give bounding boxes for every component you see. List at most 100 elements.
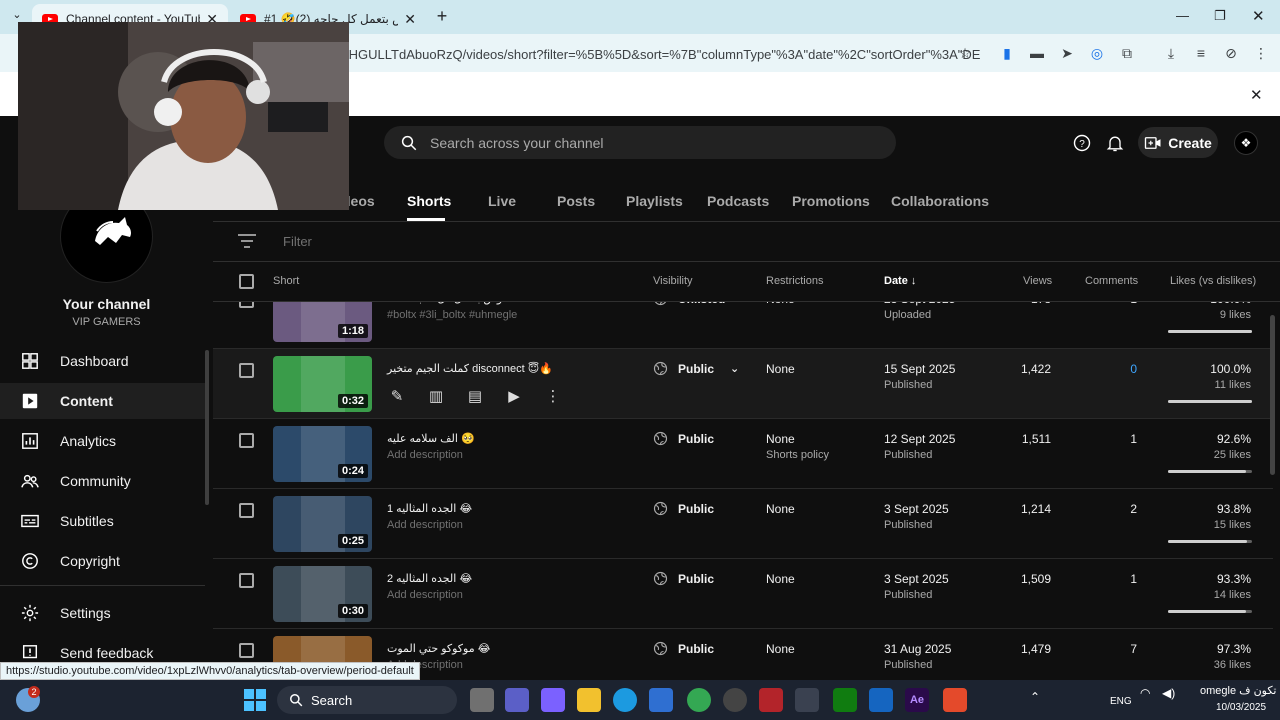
visibility-cell[interactable]: Public [653, 431, 714, 446]
close-infobar-icon[interactable]: ✕ [1250, 86, 1263, 104]
windows-start-icon[interactable] [244, 689, 266, 716]
visibility-cell[interactable]: Public ⌄ [653, 361, 739, 376]
visibility-cell[interactable]: Public [653, 571, 714, 586]
brave-icon[interactable] [943, 688, 967, 712]
app-icon-2[interactable] [795, 688, 819, 712]
short-title[interactable]: الجده المثاليه 2 😂 [387, 572, 472, 585]
tab-collaborations[interactable]: Collaborations [891, 193, 989, 209]
short-title[interactable]: #1 ...الفلوس بتعمل كل حاجه [387, 302, 518, 305]
analytics-icon[interactable]: ▥ [426, 387, 446, 407]
edge-icon[interactable] [613, 688, 637, 712]
extension-send-icon[interactable]: ➤ [1058, 44, 1076, 62]
row-checkbox[interactable] [239, 433, 254, 448]
wifi-icon[interactable]: ◠ [1140, 686, 1150, 700]
bookmark-star-icon[interactable]: ☆ [956, 44, 974, 62]
tab-posts[interactable]: Posts [557, 193, 595, 209]
xbox-icon[interactable] [833, 688, 857, 712]
short-description[interactable]: Add description [387, 589, 463, 601]
language-indicator[interactable]: ENG [1110, 696, 1132, 707]
row-checkbox[interactable] [239, 363, 254, 378]
store-icon[interactable] [649, 688, 673, 712]
extensions-puzzle-icon[interactable]: ⧉ [1118, 44, 1136, 62]
short-title[interactable]: الف سلامه عليه 🥺 [387, 432, 475, 445]
table-row[interactable]: 0:30 الجده المثاليه 2 😂 Add description Pub… [213, 559, 1273, 629]
extension-card-icon[interactable]: ▬ [1028, 44, 1046, 62]
extension-translate-icon[interactable]: ◎ [1088, 44, 1106, 62]
comments-cell[interactable]: 7 [1087, 642, 1137, 656]
column-views[interactable]: Views [1023, 275, 1052, 287]
after-effects-icon[interactable]: Ae [905, 688, 929, 712]
search-input[interactable]: Search across your channel [384, 126, 896, 159]
row-checkbox[interactable] [239, 643, 254, 658]
filter-input[interactable]: Filter [283, 234, 312, 249]
comments-icon[interactable]: ▤ [465, 387, 485, 407]
table-row[interactable]: 0:24 الف سلامه عليه 🥺 Add description Publi… [213, 419, 1273, 489]
row-checkbox[interactable] [239, 503, 254, 518]
close-window-icon[interactable]: ✕ [1252, 7, 1272, 25]
select-all-checkbox[interactable] [239, 274, 254, 289]
comments-cell[interactable]: 2 [1087, 502, 1137, 516]
short-title[interactable]: كملت الجيم متخير disconnect 😇🔥 [387, 362, 553, 375]
table-row[interactable]: 0:32 كملت الجيم متخير disconnect 😇🔥 ✎ ▥ ▤ ▶ ⋮ P… [213, 349, 1273, 419]
obs-icon[interactable] [723, 688, 747, 712]
visibility-cell[interactable]: Public [653, 641, 714, 656]
short-thumbnail[interactable]: 0:24 [273, 426, 372, 482]
tray-chevron-icon[interactable]: ⌃ [1030, 690, 1040, 704]
help-icon[interactable]: ? [1071, 133, 1093, 155]
close-tab-icon[interactable]: ✕ [404, 11, 416, 28]
column-visibility[interactable]: Visibility [653, 275, 693, 287]
table-scrollbar[interactable] [1270, 315, 1275, 475]
column-comments[interactable]: Comments [1085, 275, 1138, 287]
restrictions-sub[interactable]: Shorts policy [766, 449, 829, 461]
visibility-cell[interactable]: Public [653, 501, 714, 516]
volume-icon[interactable]: ◀) [1162, 686, 1175, 700]
filter-icon[interactable] [238, 234, 256, 253]
download-icon[interactable]: ⤓ [1162, 44, 1180, 62]
visibility-cell[interactable]: Unlisted [653, 302, 725, 306]
url-field[interactable]: VHGULLTdAbuoRzQ/videos/short?filter=%5B%… [340, 41, 980, 67]
tab-shorts[interactable]: Shorts [407, 193, 451, 209]
column-date[interactable]: Date ↓ [884, 275, 916, 287]
table-row[interactable]: 1:18 #1 ...الفلوس بتعمل كل حاجه #boltx #3l… [213, 302, 1273, 349]
column-likes[interactable]: Likes (vs dislikes) [1170, 275, 1256, 287]
short-title[interactable]: الجده المثاليه 1 😂 [387, 502, 472, 515]
short-thumbnail[interactable]: 0:25 [273, 496, 372, 552]
create-button[interactable]: Create [1138, 127, 1218, 158]
chevron-down-icon[interactable]: ⌄ [730, 362, 739, 375]
short-description[interactable]: #boltx #3li_boltx #uhmegle [387, 309, 517, 321]
short-thumbnail[interactable]: 1:18 [273, 302, 372, 342]
edit-pencil-icon[interactable]: ✎ [387, 387, 407, 407]
teams-icon[interactable] [505, 688, 529, 712]
maximize-icon[interactable]: ❐ [1214, 8, 1234, 24]
extension-doc-icon[interactable]: ▮ [998, 44, 1016, 62]
media-control-icon[interactable]: ≡ [1192, 44, 1210, 62]
editor-icon[interactable] [869, 688, 893, 712]
taskbar-search[interactable]: Search [277, 686, 457, 714]
short-title[interactable]: موكوكو حتي الموت 😂 [387, 642, 491, 655]
profile-icon[interactable]: ⊘ [1222, 44, 1240, 62]
youtube-play-icon[interactable]: ▶ [504, 387, 524, 407]
row-checkbox[interactable] [239, 573, 254, 588]
column-restrictions[interactable]: Restrictions [766, 275, 823, 287]
table-row[interactable]: 0:25 الجده المثاليه 1 😂 Add description Pub… [213, 489, 1273, 559]
short-thumbnail[interactable]: 0:30 [273, 566, 372, 622]
row-checkbox[interactable] [239, 302, 254, 308]
browser-menu-icon[interactable]: ⋮ [1252, 44, 1270, 62]
comments-cell[interactable]: 0 [1087, 362, 1137, 376]
tab-promotions[interactable]: Promotions [792, 193, 870, 209]
app-icon[interactable] [759, 688, 783, 712]
tab-playlists[interactable]: Playlists [626, 193, 683, 209]
short-description[interactable]: Add description [387, 449, 463, 461]
copilot-icon[interactable] [541, 688, 565, 712]
notifications-bell-icon[interactable] [1104, 133, 1126, 155]
comments-cell[interactable]: 1 [1087, 572, 1137, 586]
minimize-icon[interactable]: — [1176, 8, 1196, 23]
options-menu-icon[interactable]: ⋮ [543, 387, 563, 407]
comments-cell[interactable]: 1 [1087, 302, 1137, 306]
account-avatar[interactable]: ❖ [1234, 131, 1258, 155]
tab-podcasts[interactable]: Podcasts [707, 193, 769, 209]
chrome-icon[interactable] [687, 688, 711, 712]
comments-cell[interactable]: 1 [1087, 432, 1137, 446]
short-description[interactable]: Add description [387, 519, 463, 531]
tab-live[interactable]: Live [488, 193, 516, 209]
